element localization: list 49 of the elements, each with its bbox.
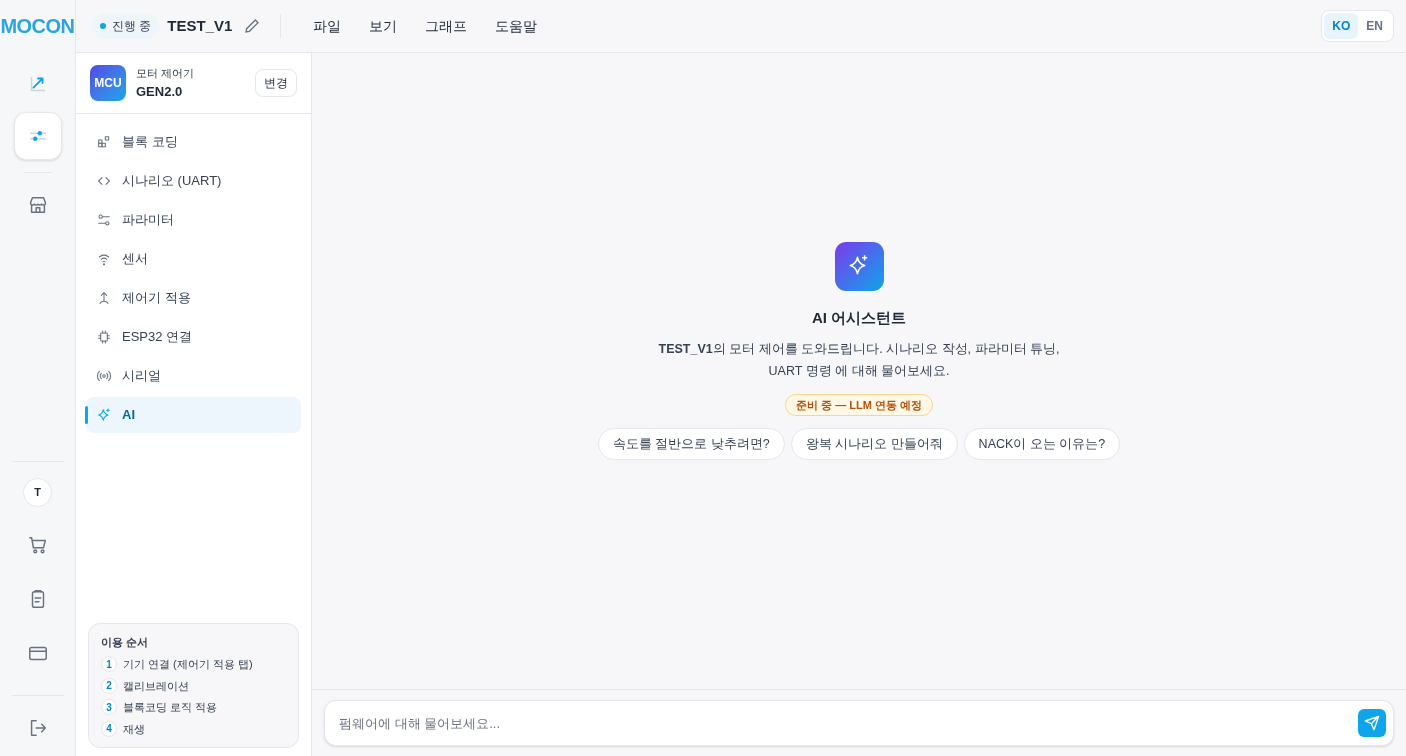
blocks-icon: [96, 134, 112, 150]
step-text: 기기 연결 (제어기 적용 탭): [123, 657, 253, 672]
assistant-title: AI 어시스턴트: [811, 308, 907, 328]
menu-item[interactable]: 그래프: [413, 11, 480, 41]
step-number: 3: [101, 699, 117, 716]
step-text: 블록코딩 로직 적용: [123, 700, 218, 715]
change-button[interactable]: 변경: [255, 69, 297, 97]
device-model: GEN2.0: [136, 82, 184, 101]
status-badge: 준비 중 — LLM 연동 예정: [785, 393, 933, 416]
nav-item[interactable]: 시나리오 (UART): [86, 163, 301, 199]
suggestion-chip[interactable]: NACK이 오는 이유는?: [963, 428, 1121, 460]
nav-item[interactable]: 시리얼: [86, 358, 301, 394]
suggestion-chip[interactable]: 왕복 시나리오 만들어줘: [790, 428, 958, 460]
nav-item[interactable]: 파라미터: [86, 202, 301, 238]
project-name: TEST_V1: [167, 15, 233, 36]
avatar-button[interactable]: T: [23, 478, 52, 507]
menu-item[interactable]: 파일: [301, 11, 354, 41]
send-icon: [1364, 715, 1380, 731]
language-option[interactable]: EN: [1358, 13, 1391, 39]
chat-input[interactable]: 펌웨어에 대해 물어보세요...: [324, 700, 1394, 746]
nav-item[interactable]: 센서: [86, 241, 301, 277]
nav-item[interactable]: 제어기 적용: [86, 280, 301, 316]
logo: MOCON: [0, 14, 75, 39]
step-number: 2: [101, 677, 117, 694]
ai-sparkle-icon: [834, 242, 884, 291]
broadcast-icon: [96, 368, 112, 384]
cart-icon: [26, 534, 49, 556]
status-badge: 진행 중: [92, 13, 160, 39]
menu-item[interactable]: 보기: [357, 11, 410, 41]
chip-icon: [96, 329, 112, 345]
menu-item[interactable]: 도움말: [483, 11, 550, 41]
toggle-icon: [96, 212, 112, 228]
language-option[interactable]: KO: [1324, 13, 1359, 39]
edit-icon[interactable]: [244, 18, 261, 34]
send-button[interactable]: [1358, 709, 1386, 737]
mcu-badge: MCU: [90, 65, 126, 101]
assistant-description: TEST_V1의 모터 제어를 도와드립니다. 시나리오 작성, 파라미터 튜닝, UART 명령 에 대해 물어보세요.: [657, 340, 1061, 380]
guide-title: 이용 순서: [101, 634, 150, 650]
upload-antenna-icon: [96, 290, 112, 306]
step-text: 재생: [123, 721, 145, 737]
nav-item[interactable]: ESP32 연결: [86, 319, 301, 355]
nav-item[interactable]: 블록 코딩: [86, 124, 301, 160]
step-number: 4: [101, 720, 117, 737]
nav-item[interactable]: AI: [86, 397, 301, 433]
step-text: 캘리브레이션: [123, 678, 189, 694]
sparkle-icon: [96, 407, 112, 423]
step-number: 1: [101, 656, 117, 673]
device-type: 모터 제어기: [136, 66, 195, 81]
suggestion-chip[interactable]: 속도를 절반으로 낮추려면?: [597, 428, 785, 460]
